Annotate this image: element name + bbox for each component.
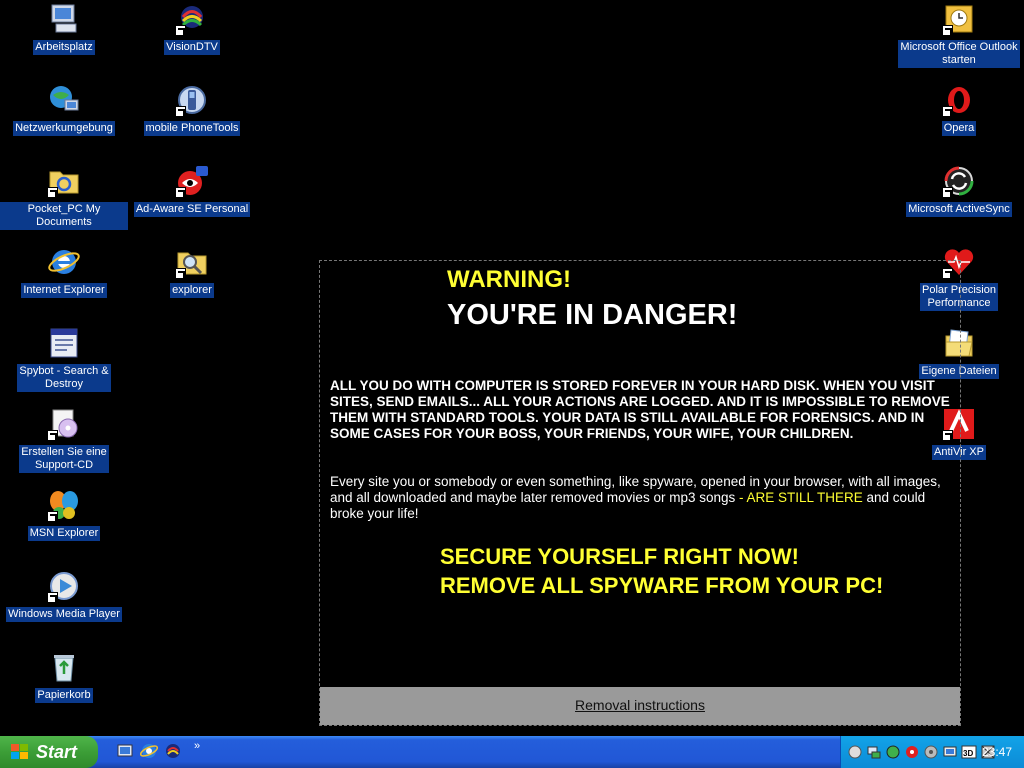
warning-paragraph-2: Every site you or somebody or even somet… — [330, 474, 941, 521]
removal-bar: Removal instructions — [320, 687, 960, 725]
icon-label: Spybot - Search & Destroy — [17, 364, 111, 392]
show-desktop-icon[interactable] — [116, 742, 134, 760]
icon-label: Windows Media Player — [6, 607, 122, 622]
icon-label: Arbeitsplatz — [33, 40, 95, 55]
icon-label: Internet Explorer — [21, 283, 107, 298]
recycle-bin-icon — [54, 655, 74, 682]
icon-label: Opera — [941, 121, 977, 136]
desktop-icon-arbeitsplatz[interactable]: Arbeitsplatz — [0, 2, 128, 55]
icon-label: Microsoft Office Outlook starten — [898, 40, 1020, 68]
desktop-icon-explorer[interactable]: explorer — [128, 245, 256, 298]
danger-title: YOU'RE IN DANGER! — [447, 299, 738, 331]
desktop-icon-papierkorb[interactable]: Papierkorb — [0, 650, 128, 703]
removal-instructions-link[interactable]: Removal instructions — [575, 697, 705, 713]
desktop-icon-outlook[interactable]: Microsoft Office Outlook starten — [895, 2, 1023, 68]
desktop-icon-activesync[interactable]: Microsoft ActiveSync — [895, 164, 1023, 217]
shortcut-arrow-icon — [175, 106, 186, 117]
shortcut-arrow-icon — [942, 25, 953, 36]
desktop-icon-mobile-phonetools[interactable]: mobile PhoneTools — [128, 83, 256, 136]
tray-network-icon[interactable] — [866, 744, 882, 760]
tray-adaware-icon[interactable] — [904, 744, 920, 760]
icon-label: explorer — [170, 283, 214, 298]
clock[interactable]: 23:47 — [982, 745, 1012, 759]
secure-callout: SECURE YOURSELF RIGHT NOW! REMOVE ALL SP… — [440, 544, 884, 598]
icon-label: Papierkorb — [35, 688, 93, 703]
icon-label: MSN Explorer — [27, 526, 101, 541]
tray-display-icon[interactable] — [942, 744, 958, 760]
shortcut-arrow-icon — [175, 268, 186, 279]
icon-label: Pocket_PC My Documents — [0, 202, 128, 230]
windows-flag-icon — [11, 744, 28, 759]
visiondtv-quicklaunch-icon[interactable] — [164, 742, 182, 760]
tray-activesync-icon[interactable] — [885, 744, 901, 760]
internet-explorer-icon — [48, 250, 80, 274]
icon-label: mobile PhoneTools — [143, 121, 241, 136]
shortcut-arrow-icon — [175, 187, 186, 198]
warning-title: WARNING! — [447, 266, 571, 293]
desktop-icon-adaware[interactable]: Ad-Aware SE Personal — [128, 164, 256, 217]
icon-label: Netzwerkumgebung — [13, 121, 115, 136]
shortcut-arrow-icon — [942, 106, 953, 117]
taskbar: Start » 3D 23:47 — [0, 736, 1024, 768]
start-button[interactable]: Start — [0, 736, 98, 768]
shortcut-arrow-icon — [47, 430, 58, 441]
desktop-icon-windows-media-player[interactable]: Windows Media Player — [0, 569, 128, 622]
desktop-icon-msn-explorer[interactable]: MSN Explorer — [0, 488, 128, 541]
svg-text:3D: 3D — [963, 749, 973, 758]
desktop-icon-spybot[interactable]: Spybot - Search & Destroy — [0, 326, 128, 392]
desktop-icon-netzwerkumgebung[interactable]: Netzwerkumgebung — [0, 83, 128, 136]
quick-launch — [116, 742, 182, 760]
shortcut-arrow-icon — [47, 511, 58, 522]
shortcut-arrow-icon — [47, 592, 58, 603]
network-icon — [50, 86, 79, 111]
desktop-icon-support-cd[interactable]: Erstellen Sie eine Support-CD — [0, 407, 128, 473]
spybot-icon — [50, 328, 78, 358]
shortcut-arrow-icon — [175, 25, 186, 36]
computer-icon — [51, 4, 77, 33]
desktop-icon-pocketpc[interactable]: Pocket_PC My Documents — [0, 164, 128, 230]
shortcut-arrow-icon — [942, 187, 953, 198]
warning-paragraph-1: ALL YOU DO WITH COMPUTER IS STORED FOREV… — [330, 378, 950, 441]
icon-label: Microsoft ActiveSync — [906, 202, 1012, 217]
shortcut-arrow-icon — [47, 187, 58, 198]
desktop-icon-visiondtv[interactable]: VisionDTV — [128, 2, 256, 55]
start-label: Start — [36, 741, 78, 762]
quick-launch-chevron[interactable]: » — [194, 740, 200, 752]
spyware-warning-panel: WARNING! YOU'RE IN DANGER! ALL YOU DO WI… — [319, 260, 961, 726]
desktop-icon-opera[interactable]: Opera — [895, 83, 1023, 136]
icon-label: Erstellen Sie eine Support-CD — [19, 445, 109, 473]
icon-label: VisionDTV — [164, 40, 220, 55]
tray-media-icon[interactable] — [847, 744, 863, 760]
icon-label: Ad-Aware SE Personal — [133, 202, 251, 217]
desktop-icon-internet-explorer[interactable]: Internet Explorer — [0, 245, 128, 298]
highlight-text: - ARE STILL THERE — [738, 490, 863, 505]
internet-explorer-quicklaunch-icon[interactable] — [140, 742, 158, 760]
tray-3d-icon[interactable]: 3D — [961, 744, 977, 760]
tray-gear-icon[interactable] — [923, 744, 939, 760]
desktop: Arbeitsplatz Netzwerkumgebung Pocket_PC … — [0, 0, 1024, 736]
